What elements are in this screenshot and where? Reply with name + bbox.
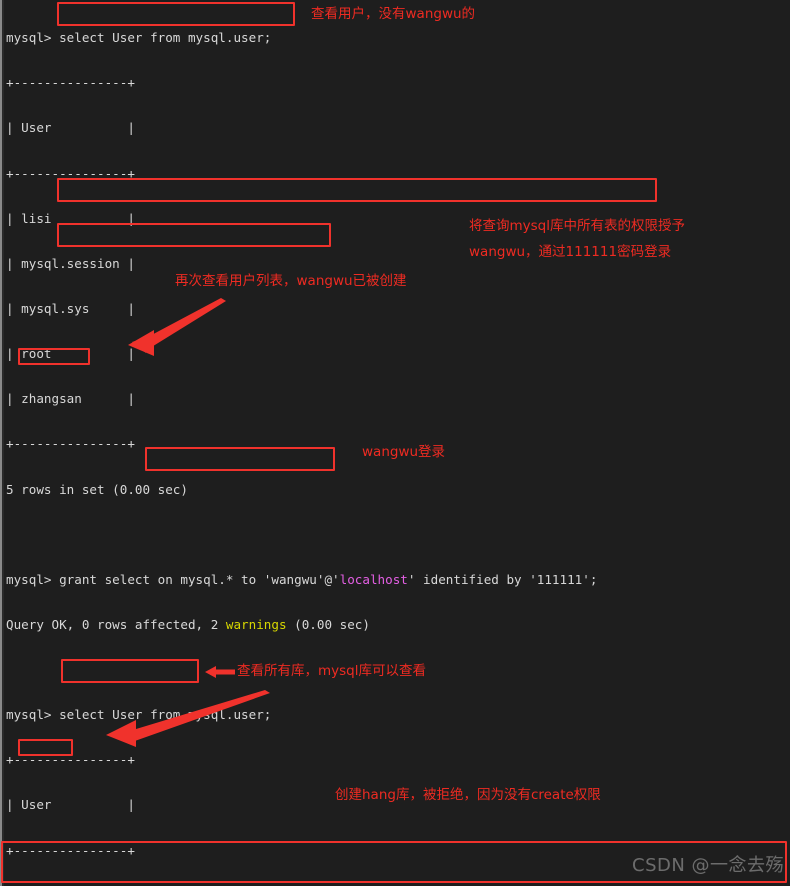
- terminal-line: 5 rows in set (0.00 sec): [6, 481, 188, 497]
- annotation-show-databases: 查看所有库，mysql库可以查看: [237, 663, 426, 679]
- terminal-line: +---------------+: [6, 752, 135, 768]
- terminal-line: mysql> grant select on mysql.* to 'wangw…: [6, 572, 790, 587]
- watermark: CSDN @一念去殇: [632, 855, 785, 876]
- command-text: grant select on mysql.* to 'wangwu'@': [59, 571, 340, 587]
- annotation-create-denied: 创建hang库，被拒绝，因为没有create权限: [335, 787, 601, 803]
- annotation-user-created: 再次查看用户列表，wangwu已被创建: [175, 273, 407, 289]
- terminal-line: | zhangsan |: [6, 391, 135, 407]
- terminal-line: +---------------+: [6, 75, 135, 91]
- prompt: mysql>: [6, 30, 60, 46]
- window-left-edge: [0, 0, 4, 886]
- terminal-line: | mysql.session |: [6, 255, 135, 271]
- terminal-line: mysql> select User from mysql.user;: [6, 707, 790, 722]
- annotation-wangwu-login: wangwu登录: [362, 444, 446, 460]
- terminal-output: mysql> select User from mysql.user; +---…: [6, 0, 790, 886]
- prompt: mysql>: [6, 571, 60, 587]
- host-token: localhost: [339, 571, 408, 587]
- terminal-line: +---------------+: [6, 165, 135, 181]
- terminal-line: | root |: [6, 346, 135, 362]
- terminal-line: Query OK, 0 rows affected, 2 warnings (0…: [6, 617, 790, 632]
- command-text: select User from mysql.user;: [59, 30, 272, 46]
- terminal-line: | User |: [6, 120, 135, 136]
- annotation-grant-explain-line1: 将查询mysql库中所有表的权限授予: [469, 218, 685, 234]
- terminal-screenshot: mysql> select User from mysql.user; +---…: [0, 0, 790, 886]
- result-text: (0.00 sec): [286, 616, 370, 632]
- result-text: Query OK, 0 rows affected, 2: [6, 616, 226, 632]
- annotation-view-users: 查看用户，没有wangwu的: [311, 6, 476, 22]
- command-text: ' identified by '111111';: [407, 571, 598, 587]
- warnings-token: warnings: [225, 616, 287, 632]
- prompt: mysql>: [6, 707, 60, 723]
- annotation-grant-explain-line2: wangwu，通过111111密码登录: [469, 244, 672, 260]
- terminal-line: mysql> select User from mysql.user;: [6, 30, 790, 45]
- command-text: select User from mysql.user;: [59, 707, 272, 723]
- terminal-line: | mysql.sys |: [6, 300, 135, 316]
